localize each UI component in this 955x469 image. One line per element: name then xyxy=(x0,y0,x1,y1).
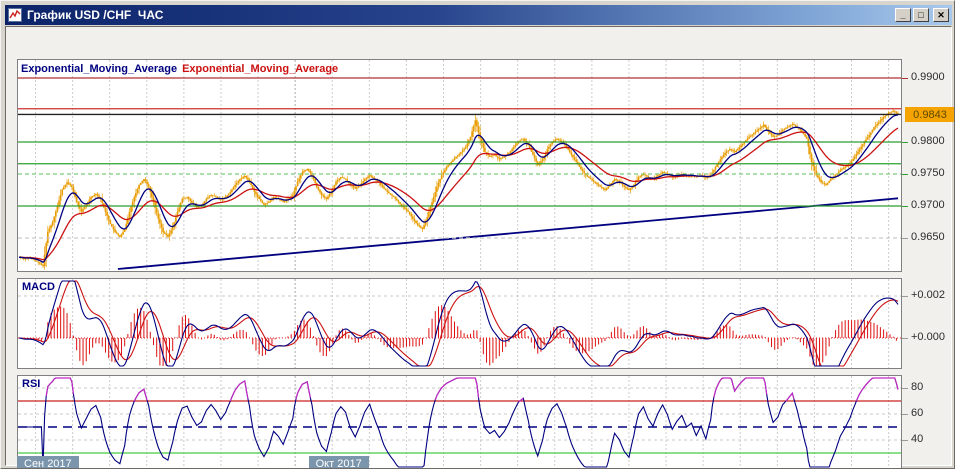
rsi-overbought-segment xyxy=(435,378,478,400)
window-controls: _ □ ✕ xyxy=(895,8,949,22)
price-axis-label: 0.9750 xyxy=(911,167,945,179)
rsi-overbought-segment xyxy=(134,389,147,401)
rsi-axis-tick xyxy=(902,414,908,415)
trendline xyxy=(118,198,898,269)
rsi-axis-tick xyxy=(902,388,908,389)
price-axis-tick xyxy=(902,238,908,239)
rsi-overbought-segment xyxy=(296,382,310,399)
vertical-gridlines xyxy=(36,376,889,469)
macd-axis-label: +0.002 xyxy=(911,289,945,301)
rsi-axis-label: 60 xyxy=(911,407,923,419)
rsi-overbought-segment xyxy=(46,378,73,396)
close-button[interactable]: ✕ xyxy=(933,8,949,22)
price-axis-tick xyxy=(902,78,908,79)
price-axis-tick xyxy=(902,174,908,175)
rsi-panel[interactable]: RSI xyxy=(17,375,902,469)
macd-axis-tick xyxy=(902,296,908,297)
price-axis-tick xyxy=(902,142,908,143)
price-axis-label: 0.9700 xyxy=(911,199,945,211)
minimize-button[interactable]: _ xyxy=(895,8,911,22)
rsi-axis-tick xyxy=(902,440,908,441)
month-badge-sep: Сен 2017 xyxy=(17,456,79,469)
window-chart-icon xyxy=(8,8,22,22)
maximize-button[interactable]: □ xyxy=(913,8,929,22)
price-axis-label: 0.9650 xyxy=(911,231,945,243)
macd-label: MACD xyxy=(22,281,55,293)
chart-window: График USD /CHF ЧАС _ □ ✕ Exponential_Mo… xyxy=(0,0,955,469)
chart-content-area: Exponential_Moving_Average Exponential_M… xyxy=(5,26,952,466)
macd-canvas[interactable] xyxy=(18,279,901,368)
macd-signal-line xyxy=(19,281,898,366)
rsi-overbought-segment xyxy=(786,393,794,401)
macd-panel[interactable]: MACD xyxy=(17,278,902,369)
candles-layer xyxy=(21,108,898,270)
horizontal-levels xyxy=(18,78,901,238)
rsi-overbought-segment xyxy=(856,378,898,401)
macd-axis-tick xyxy=(902,338,908,339)
rsi-canvas[interactable] xyxy=(18,376,901,469)
month-badge-oct: Окт 2017 xyxy=(309,456,369,469)
macd-histogram xyxy=(19,305,896,366)
ema-slow-label: Exponential_Moving_Average xyxy=(182,63,338,75)
rsi-axis-label: 40 xyxy=(911,433,923,445)
titlebar[interactable]: График USD /CHF ЧАС _ □ ✕ xyxy=(5,5,952,25)
price-axis-label: 0.9800 xyxy=(911,135,945,147)
vertical-gridlines xyxy=(36,60,889,271)
ema-slow-line xyxy=(19,128,898,260)
price-axis-tick xyxy=(902,206,908,207)
current-price-tag: 0.9843 xyxy=(905,107,955,122)
ema-fast-label: Exponential_Moving_Average xyxy=(21,63,177,75)
rsi-overbought-segment xyxy=(230,381,248,401)
indicator-legend: Exponential_Moving_Average Exponential_M… xyxy=(21,63,338,75)
rsi-label: RSI xyxy=(22,378,40,390)
price-axis-label: 0.9900 xyxy=(911,71,945,83)
macd-axis-label: +0.000 xyxy=(911,331,945,343)
price-chart-canvas[interactable] xyxy=(18,60,901,271)
price-chart-panel[interactable]: Exponential_Moving_Average Exponential_M… xyxy=(17,59,902,272)
rsi-axis-label: 80 xyxy=(911,381,923,393)
macd-main-line xyxy=(19,281,898,366)
window-title: График USD /CHF ЧАС xyxy=(27,8,163,22)
